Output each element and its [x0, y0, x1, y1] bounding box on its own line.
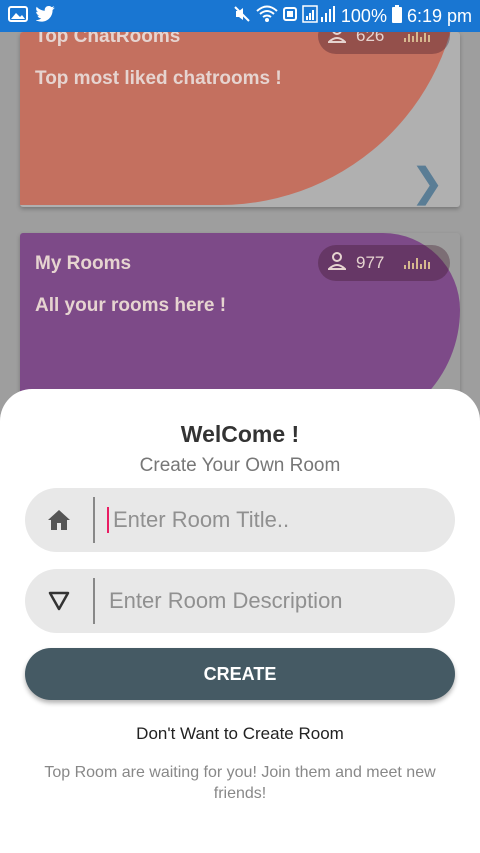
room-description-field[interactable] — [25, 569, 455, 633]
clock: 6:19 pm — [406, 5, 472, 26]
user-icon — [326, 32, 348, 48]
status-bar: 100% 6:19 pm — [0, 0, 480, 32]
field-divider — [93, 497, 95, 543]
card-subtitle: All your rooms here ! — [35, 295, 227, 316]
gallery-icon — [8, 5, 28, 27]
room-description-input[interactable] — [107, 587, 431, 615]
activity-bars-icon — [404, 32, 431, 42]
sheet-title: WelCome ! — [180, 421, 300, 447]
member-count-pill: 626 — [318, 32, 450, 54]
battery-percent: 100% — [340, 5, 387, 26]
signal-icon — [302, 4, 336, 28]
room-title-input[interactable] — [111, 506, 435, 534]
create-room-sheet: WelCome ! Create Your Own Room CREATE Do… — [0, 389, 480, 853]
sheet-subtitle: Create Your Own Room — [139, 455, 341, 476]
battery-icon — [391, 4, 402, 28]
member-count-pill: 977 — [318, 245, 450, 281]
top-chatrooms-card[interactable]: Top ChatRooms 626 Top most liked chatroo… — [20, 32, 460, 207]
chevron-right-icon[interactable]: ❯ — [410, 160, 444, 206]
card-title: Top ChatRooms — [35, 32, 181, 47]
my-rooms-card[interactable]: My Rooms 977 All your rooms here ! — [20, 233, 460, 403]
card-subtitle: Top most liked chatrooms ! — [35, 68, 282, 89]
member-count: 977 — [356, 253, 385, 272]
triangle-down-icon — [25, 591, 93, 611]
mute-icon — [233, 5, 251, 28]
skip-create-link[interactable]: Don't Want to Create Room — [0, 724, 480, 744]
wifi-icon — [256, 5, 278, 28]
home-icon — [25, 509, 93, 531]
user-icon — [326, 251, 348, 275]
sim-icon — [282, 5, 297, 28]
field-divider — [93, 578, 95, 624]
room-title-field[interactable] — [25, 488, 455, 552]
text-cursor — [107, 507, 109, 533]
member-count: 626 — [356, 32, 385, 45]
activity-bars-icon — [404, 257, 431, 269]
twitter-icon — [35, 5, 56, 27]
create-button[interactable]: CREATE — [25, 648, 455, 700]
card-title: My Rooms — [35, 253, 132, 274]
card-shape — [20, 32, 460, 205]
info-text: Top Room are waiting for you! Join them … — [44, 764, 436, 802]
